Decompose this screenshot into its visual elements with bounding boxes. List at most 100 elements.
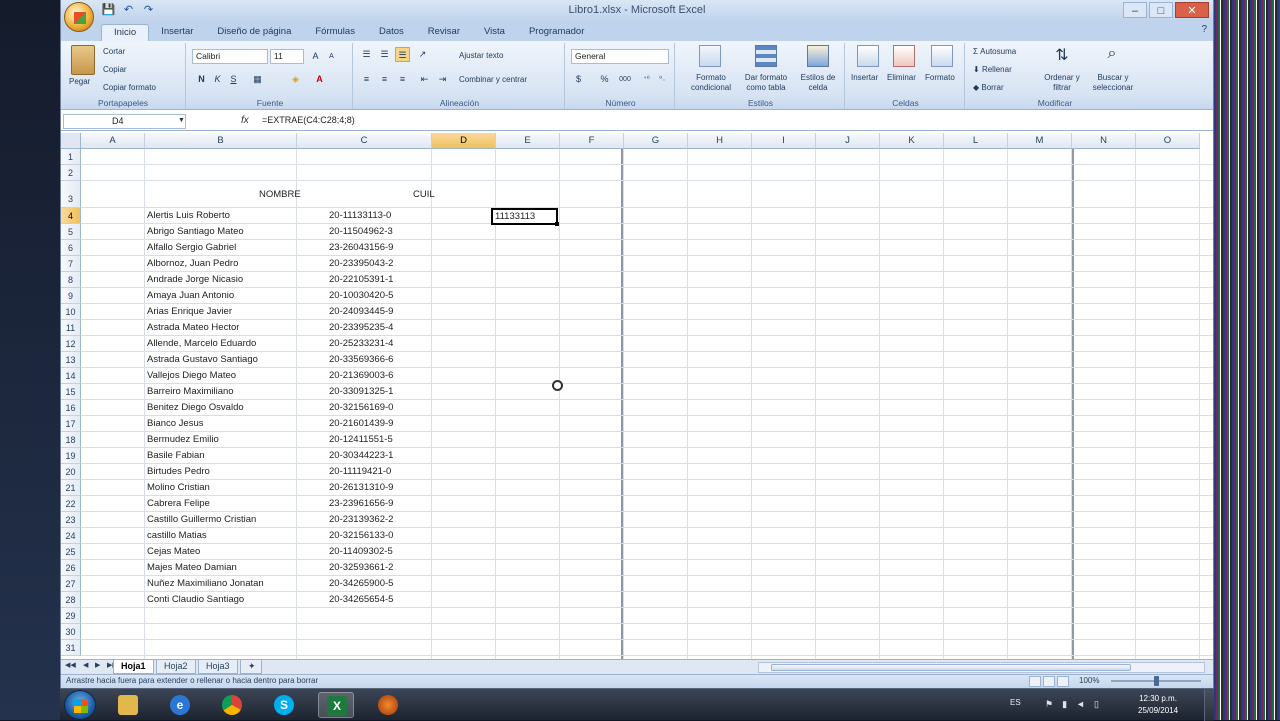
cell-nombre[interactable]: Arias Enrique Javier <box>147 306 232 317</box>
row-header[interactable]: 30 <box>61 624 81 640</box>
row-header[interactable]: 2 <box>61 165 81 181</box>
column-header-a[interactable]: A <box>81 133 145 149</box>
row-header[interactable]: 28 <box>61 592 81 608</box>
cell-nombre[interactable]: Alertis Luis Roberto <box>147 210 230 221</box>
borders-icon[interactable]: ▦ <box>250 72 265 87</box>
row-header[interactable]: 29 <box>61 608 81 624</box>
cell-nombre[interactable]: castillo Matias <box>147 530 207 541</box>
fill-color-icon[interactable]: ◈ <box>288 72 303 87</box>
cell-cuil[interactable]: 20-22105391-1 <box>329 274 393 285</box>
cell-cuil[interactable]: 23-23961656-9 <box>329 498 393 509</box>
row-header[interactable]: 4 <box>61 208 81 224</box>
ie-taskbar-button[interactable]: e <box>162 692 198 718</box>
skype-taskbar-button[interactable]: S <box>266 692 302 718</box>
zoom-slider-knob[interactable] <box>1154 676 1159 686</box>
cell-nombre[interactable]: Barreiro Maximiliano <box>147 386 234 397</box>
cell-nombre[interactable]: Astrada Gustavo Santiago <box>147 354 258 365</box>
tab-formulas[interactable]: Fórmulas <box>303 24 367 41</box>
underline-button[interactable]: S <box>226 72 241 87</box>
row-header[interactable]: 12 <box>61 336 81 352</box>
italic-button[interactable]: K <box>210 72 225 87</box>
sheet-tab-hoja2[interactable]: Hoja2 <box>156 660 196 674</box>
header-nombre[interactable]: NOMBRE <box>259 189 301 200</box>
row-header[interactable]: 27 <box>61 576 81 592</box>
cell-cuil[interactable]: 20-32593661-2 <box>329 562 393 573</box>
row-header[interactable]: 21 <box>61 480 81 496</box>
chrome-taskbar-button[interactable] <box>214 692 250 718</box>
row-header[interactable]: 24 <box>61 528 81 544</box>
flag-tray-icon[interactable]: ⚑ <box>1045 699 1053 710</box>
align-center-icon[interactable]: ≡ <box>377 72 392 87</box>
wrap-text-button[interactable]: Ajustar texto <box>459 51 503 60</box>
column-header-j[interactable]: J <box>816 133 880 149</box>
cell-nombre[interactable]: Benitez Diego Osvaldo <box>147 402 244 413</box>
align-right-icon[interactable]: ≡ <box>395 72 410 87</box>
cell-cuil[interactable]: 20-11119421-0 <box>329 466 391 477</box>
fill-handle[interactable] <box>555 222 559 226</box>
maximize-button[interactable]: □ <box>1149 2 1173 18</box>
row-header[interactable]: 22 <box>61 496 81 512</box>
format-cells-icon[interactable] <box>931 45 953 67</box>
cell-nombre[interactable]: Amaya Juan Antonio <box>147 290 234 301</box>
column-header-f[interactable]: F <box>560 133 624 149</box>
tab-insertar[interactable]: Insertar <box>149 24 205 41</box>
clock[interactable]: 12:30 p.m. 25/09/2014 <box>1138 693 1178 717</box>
increase-indent-icon[interactable]: ⇥ <box>435 72 450 87</box>
office-button[interactable] <box>64 2 94 32</box>
column-header-m[interactable]: M <box>1008 133 1072 149</box>
cell-nombre[interactable]: Bianco Jesus <box>147 418 204 429</box>
cell-cuil[interactable]: 20-25233231-4 <box>329 338 393 349</box>
split-divider[interactable] <box>1072 149 1074 659</box>
font-size-select[interactable]: 11 <box>270 49 304 64</box>
font-color-icon[interactable]: A <box>312 72 327 87</box>
cell-d4-value[interactable]: 11133113 <box>495 211 535 222</box>
conditional-format-button[interactable]: Formato condicional <box>681 73 741 93</box>
align-middle-icon[interactable]: ☰ <box>377 47 392 62</box>
tab-datos[interactable]: Datos <box>367 24 416 41</box>
row-header[interactable]: 5 <box>61 224 81 240</box>
cell-cuil[interactable]: 20-24093445-9 <box>329 306 393 317</box>
row-header[interactable]: 13 <box>61 352 81 368</box>
cell-nombre[interactable]: Andrade Jorge Nicasio <box>147 274 243 285</box>
cell-cuil[interactable]: 20-34265654-5 <box>329 594 393 605</box>
explorer-taskbar-button[interactable] <box>110 692 146 718</box>
font-name-select[interactable]: Calibri <box>192 49 268 64</box>
cell-cuil[interactable]: 20-32156133-0 <box>329 530 393 541</box>
column-header-e[interactable]: E <box>496 133 560 149</box>
row-header[interactable]: 6 <box>61 240 81 256</box>
tab-inicio[interactable]: Inicio <box>101 24 150 41</box>
excel-taskbar-button[interactable]: X <box>318 692 354 718</box>
cell-nombre[interactable]: Cejas Mateo <box>147 546 200 557</box>
tab-revisar[interactable]: Revisar <box>416 24 472 41</box>
cell-nombre[interactable]: Castillo Guillermo Cristian <box>147 514 256 525</box>
column-header-g[interactable]: G <box>624 133 688 149</box>
name-box[interactable]: D4 <box>63 114 186 129</box>
autosum-button[interactable]: Σ Autosuma <box>973 47 1016 56</box>
format-as-table-button[interactable]: Dar formato como tabla <box>739 73 793 93</box>
column-header-n[interactable]: N <box>1072 133 1136 149</box>
cell-cuil[interactable]: 20-21601439-9 <box>329 418 393 429</box>
column-header-h[interactable]: H <box>688 133 752 149</box>
column-header-o[interactable]: O <box>1136 133 1200 149</box>
copy-button[interactable]: Copiar <box>103 65 127 74</box>
row-header[interactable]: 18 <box>61 432 81 448</box>
column-header-l[interactable]: L <box>944 133 1008 149</box>
cell-styles-icon[interactable] <box>807 45 829 67</box>
row-header[interactable]: 1 <box>61 149 81 165</box>
horizontal-scroll-thumb[interactable] <box>771 664 1131 671</box>
delete-cells-icon[interactable] <box>893 45 915 67</box>
column-header-c[interactable]: C <box>297 133 432 149</box>
row-header[interactable]: 23 <box>61 512 81 528</box>
cell-cuil[interactable]: 20-26131310-9 <box>329 482 393 493</box>
binoculars-icon[interactable]: ⌕ <box>1101 45 1123 69</box>
start-button[interactable] <box>64 690 96 720</box>
cell-cuil[interactable]: 20-23395043-2 <box>329 258 393 269</box>
row-header[interactable]: 15 <box>61 384 81 400</box>
row-header[interactable]: 31 <box>61 640 81 656</box>
cell-nombre[interactable]: Majes Mateo Damian <box>147 562 237 573</box>
cell-cuil[interactable]: 20-11409302-5 <box>329 546 393 557</box>
cell-nombre[interactable]: Abrigo Santiago Mateo <box>147 226 244 237</box>
column-header-b[interactable]: B <box>145 133 297 149</box>
cell-nombre[interactable]: Molino Cristian <box>147 482 210 493</box>
cell-nombre[interactable]: Astrada Mateo Hector <box>147 322 239 333</box>
